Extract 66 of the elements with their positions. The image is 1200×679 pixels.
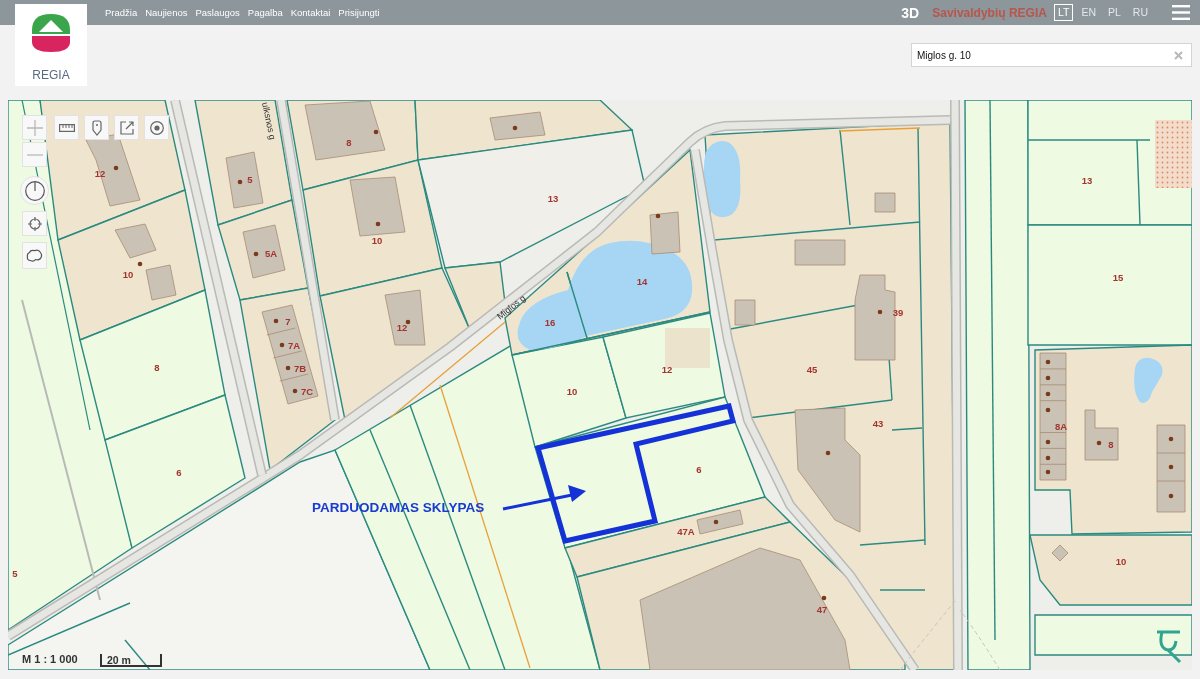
parcel-number: 10 bbox=[566, 386, 578, 397]
scale-bar: 20 m bbox=[100, 654, 162, 667]
nav-link[interactable]: Prisijungti bbox=[338, 7, 380, 18]
crosshair-button[interactable] bbox=[22, 211, 47, 236]
pin-button[interactable] bbox=[84, 115, 109, 140]
search-field[interactable]: Miglos g. 10 bbox=[911, 43, 1192, 67]
parcel-number: 5 bbox=[12, 568, 18, 579]
share-icon bbox=[119, 120, 134, 135]
plus-icon bbox=[26, 119, 43, 136]
parcel-number: 5 bbox=[247, 174, 253, 185]
parcel-number: 13 bbox=[1081, 175, 1093, 186]
parcel-number: 39 bbox=[892, 307, 904, 318]
language-button[interactable]: EN bbox=[1077, 4, 1100, 21]
parcel-number: 14 bbox=[636, 276, 648, 287]
3d-button[interactable]: 3D bbox=[901, 4, 920, 21]
minus-icon bbox=[26, 153, 43, 156]
cloud-shape-button[interactable] bbox=[22, 242, 47, 269]
pin-icon bbox=[91, 119, 102, 136]
parcel-number: 47A bbox=[677, 526, 695, 537]
parcel-number: 6 bbox=[696, 464, 702, 475]
parcel-number: 16 bbox=[544, 317, 556, 328]
street-name: ulksnos g bbox=[260, 101, 278, 141]
language-button[interactable]: LT bbox=[1053, 4, 1074, 21]
parcel-number: 7A bbox=[287, 340, 301, 351]
parcel-number: 8A bbox=[1054, 421, 1068, 432]
logo-icon bbox=[1155, 630, 1182, 664]
ruler-icon bbox=[58, 123, 75, 132]
parcel-number: 7C bbox=[300, 386, 314, 397]
nav-link[interactable]: Kontaktai bbox=[290, 7, 331, 18]
parcel-number: 12 bbox=[396, 322, 408, 333]
parcel-number: 10 bbox=[1115, 556, 1127, 567]
close-icon[interactable] bbox=[1174, 50, 1183, 60]
parcel-number: 5A bbox=[264, 248, 278, 259]
parcel-number: 8 bbox=[346, 137, 352, 148]
menu-icon[interactable] bbox=[1172, 5, 1190, 20]
nav-link[interactable]: Paslaugos bbox=[195, 7, 240, 18]
logo-text: REGIA bbox=[32, 68, 70, 82]
nav-link[interactable]: Pagalba bbox=[247, 7, 283, 18]
parcel-number: 7 bbox=[285, 316, 291, 327]
share-button[interactable] bbox=[114, 115, 139, 140]
dial-icon bbox=[24, 180, 45, 201]
target-icon bbox=[149, 120, 164, 135]
crosshair-icon bbox=[27, 216, 42, 231]
parcel-number: 45 bbox=[806, 364, 818, 375]
parcel-number: 6 bbox=[176, 467, 182, 478]
parcel-number: 8 bbox=[154, 362, 160, 373]
logo-tile[interactable]: REGIA bbox=[15, 4, 87, 86]
language-button[interactable]: RU bbox=[1128, 4, 1152, 21]
parcel-number: 10 bbox=[122, 269, 134, 280]
parcel-number: 7B bbox=[293, 363, 307, 374]
target-button[interactable] bbox=[144, 115, 169, 140]
parcel-number: 12 bbox=[661, 364, 673, 375]
parcel-number: 8 bbox=[1108, 439, 1114, 450]
parcel-number: 43 bbox=[872, 418, 884, 429]
cloud-icon bbox=[26, 248, 43, 263]
nav-link[interactable]: Naujienos bbox=[145, 7, 188, 18]
parcel-number: 12 bbox=[94, 168, 106, 179]
nav-link[interactable]: Pradžia bbox=[105, 7, 138, 18]
parcel-number: 47 bbox=[816, 604, 828, 615]
parcel-number: 13 bbox=[547, 193, 559, 204]
scale-ratio: M 1 : 1 000 bbox=[22, 653, 78, 665]
language-button[interactable]: PL bbox=[1104, 4, 1125, 21]
parcel-number: 15 bbox=[1112, 272, 1124, 283]
brand-name: Savivaldybių REGIA bbox=[932, 5, 1047, 20]
parcel-number: 10 bbox=[371, 235, 383, 246]
ruler-button[interactable] bbox=[54, 115, 79, 140]
